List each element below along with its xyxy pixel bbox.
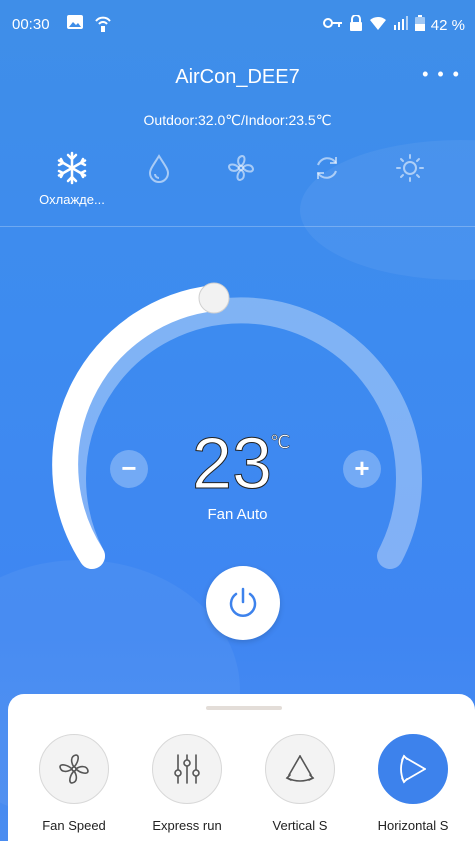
horizontal-swing-label: Horizontal S bbox=[377, 818, 449, 833]
fan-speed-label: Fan Speed bbox=[42, 818, 106, 833]
vertical-swing-icon bbox=[285, 755, 315, 782]
dial-knob[interactable] bbox=[198, 282, 230, 314]
fan-speed-button[interactable]: Fan Speed bbox=[24, 734, 124, 833]
increase-temp-button[interactable]: + bbox=[343, 450, 381, 488]
express-run-button[interactable]: Express run bbox=[137, 734, 237, 833]
decrease-temp-button[interactable]: − bbox=[110, 450, 148, 488]
sliders-icon bbox=[174, 754, 200, 784]
function-panel: Fan Speed Express run Vertical S Horizon… bbox=[8, 694, 475, 841]
target-temperature: 23 bbox=[191, 424, 273, 505]
fan-status: Fan Auto bbox=[207, 506, 268, 523]
power-button[interactable] bbox=[206, 566, 280, 640]
power-icon bbox=[229, 587, 257, 617]
fan-speed-icon bbox=[59, 754, 89, 784]
app-screen: 00:30 42 % AirCon_DEE7 • • • Outdoor:32.… bbox=[0, 0, 475, 841]
drag-handle[interactable] bbox=[206, 706, 282, 710]
horizontal-swing-button[interactable]: Horizontal S bbox=[363, 734, 463, 833]
vertical-swing-label: Vertical S bbox=[272, 818, 328, 833]
vertical-swing-button[interactable]: Vertical S bbox=[250, 734, 350, 833]
express-run-label: Express run bbox=[152, 818, 222, 833]
temperature-unit: ℃ bbox=[270, 432, 291, 452]
horizontal-swing-icon bbox=[400, 754, 426, 784]
